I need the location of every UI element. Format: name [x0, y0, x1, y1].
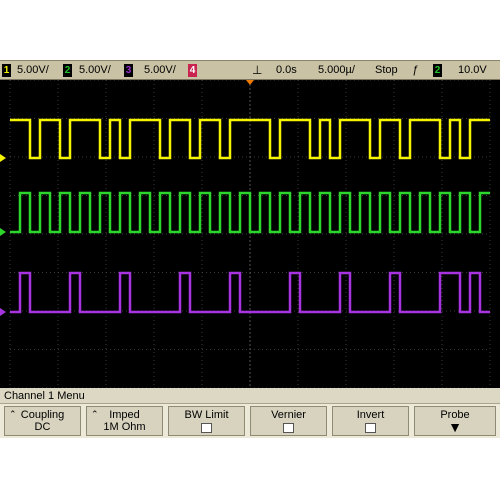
probe-softkey[interactable]: Probe ▼ — [414, 406, 496, 436]
trigger-edge-icon: ƒ — [412, 64, 419, 76]
channel-1-scale: 5.00V/ — [17, 64, 49, 76]
waveform-canvas — [0, 79, 491, 389]
vernier-checkbox[interactable] — [283, 423, 294, 433]
timebase: 5.000µ/ — [318, 64, 355, 76]
impedance-softkey[interactable]: ⌃ Imped 1M Ohm — [86, 406, 163, 436]
rotate-arrow-icon: ⌃ — [9, 409, 17, 419]
trigger-channel-badge: 2 — [433, 64, 442, 77]
status-bar: 1 5.00V/ 2 5.00V/ 3 5.00V/ 4 ⊥ 0.0s 5.00… — [0, 60, 500, 80]
bw-limit-softkey[interactable]: BW Limit — [168, 406, 245, 436]
impedance-value: 1M Ohm — [103, 421, 146, 433]
waveform-display — [0, 79, 500, 389]
bw-limit-label: BW Limit — [184, 409, 229, 421]
oscilloscope-screen: 1 5.00V/ 2 5.00V/ 3 5.00V/ 4 ⊥ 0.0s 5.00… — [0, 0, 500, 500]
invert-label: Invert — [356, 409, 385, 421]
run-state: Stop — [375, 64, 398, 76]
channel-2-scale: 5.00V/ — [79, 64, 111, 76]
bottom-margin — [0, 438, 500, 500]
invert-checkbox[interactable] — [365, 423, 376, 433]
menu-title: Channel 1 Menu — [0, 388, 500, 404]
channel-3-badge[interactable]: 3 — [124, 64, 133, 77]
coupling-softkey[interactable]: ⌃ Coupling DC — [4, 406, 81, 436]
channel-2-badge[interactable]: 2 — [63, 64, 72, 77]
down-arrow-icon: ▼ — [448, 419, 462, 435]
trigger-marker-icon — [246, 80, 254, 85]
channel-2-ground-marker — [0, 228, 6, 236]
vernier-softkey[interactable]: Vernier — [250, 406, 327, 436]
invert-softkey[interactable]: Invert — [332, 406, 409, 436]
coupling-value: DC — [34, 421, 51, 433]
channel-2-trace — [10, 191, 490, 234]
channel-4-badge[interactable]: 4 — [188, 64, 197, 77]
trigger-level: 10.0V — [458, 64, 487, 76]
channel-1-badge[interactable]: 1 — [2, 64, 11, 77]
bw-limit-checkbox[interactable] — [201, 423, 212, 433]
channel-1-ground-marker — [0, 154, 6, 162]
channel-3-scale: 5.00V/ — [144, 64, 176, 76]
trigger-position-icon: ⊥ — [252, 63, 263, 77]
trigger-position: 0.0s — [276, 64, 297, 76]
vernier-label: Vernier — [271, 409, 306, 421]
channel-3-ground-marker — [0, 308, 6, 316]
rotate-arrow-icon: ⌃ — [91, 409, 99, 419]
